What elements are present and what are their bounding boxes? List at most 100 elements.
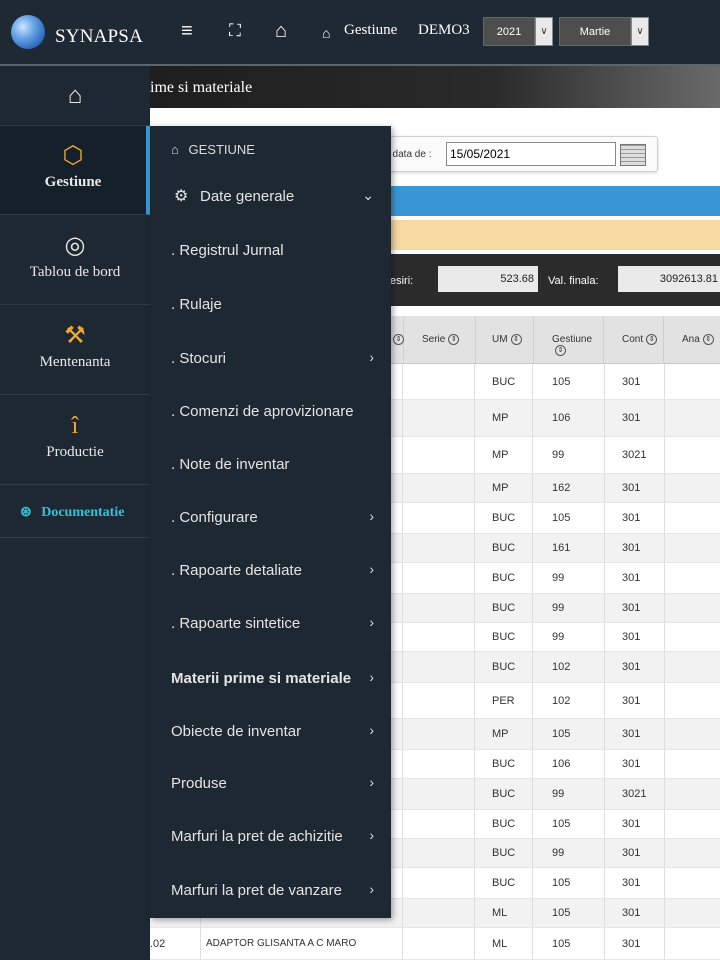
sort-icon[interactable]: ⇕ (448, 334, 460, 345)
menu-item[interactable]: . Registrul Jurnal (150, 225, 391, 278)
column-divider (604, 928, 605, 959)
chevron-icon: › (369, 881, 374, 897)
sidebar-item-label: Mentenanta (39, 354, 111, 370)
column-divider (604, 563, 605, 593)
menu-item[interactable]: Produse › (150, 758, 391, 811)
column-header[interactable]: ⇕ (390, 316, 404, 364)
menu-item-label: Marfuri la pret de vanzare (171, 882, 342, 899)
year-select[interactable]: 2021 (483, 17, 535, 46)
column-divider (604, 868, 605, 898)
sort-icon[interactable]: ⇕ (393, 334, 404, 345)
sort-icon[interactable]: ⇕ (702, 334, 714, 345)
menu-item-label: Obiecte de inventar (171, 723, 302, 740)
column-divider (402, 779, 403, 809)
column-divider (664, 437, 665, 473)
column-divider (402, 623, 403, 651)
menu-item[interactable]: Marfuri la pret de vanzare › (150, 865, 391, 918)
fullscreen-icon[interactable]: ⛶ (229, 19, 241, 43)
sidebar-item-label: Tablou de bord (29, 264, 121, 280)
sidebar-item-label: Documentatie (41, 505, 125, 520)
column-divider (664, 652, 665, 682)
column-divider (402, 899, 403, 927)
menu-item[interactable]: . Rapoarte sintetice › (150, 598, 391, 651)
menu-item[interactable]: . Stocuri › (150, 333, 391, 386)
cell-cont: 301 (622, 758, 641, 770)
column-divider (474, 437, 475, 473)
app-name[interactable]: SYNAPSA (55, 26, 143, 48)
gear-icon: ⚙ (174, 188, 189, 205)
sidebar-item-tablou-de-bord[interactable]: ◎ Tablou de bord (0, 216, 150, 305)
column-divider (604, 474, 605, 502)
sidebar-item-label: Productie (46, 444, 104, 460)
company-name[interactable]: DEMO3 (418, 22, 470, 39)
column-divider (474, 623, 475, 651)
menu-item[interactable]: Obiecte de inventar › (150, 706, 391, 759)
hamburger-menu-icon[interactable]: ≡ (181, 19, 193, 43)
column-divider (200, 928, 201, 959)
menu-item-label: . Rulaje (171, 296, 222, 313)
column-divider (474, 683, 475, 718)
column-header-cont[interactable]: Cont ⇕ (604, 316, 664, 364)
home-icon[interactable]: ⌂ (275, 19, 287, 43)
column-divider (402, 503, 403, 533)
globe-logo-icon[interactable] (11, 15, 45, 49)
date-input[interactable] (446, 142, 616, 166)
sidebar-item-mentenanta[interactable]: ⚒ Mentenanta (0, 306, 150, 395)
menu-header-label: GESTIUNE (188, 142, 255, 157)
chevron-icon: › (369, 722, 374, 738)
month-dropdown-arrow-icon[interactable]: ∨ (631, 17, 649, 46)
menu-item[interactable]: . Configurare › (150, 492, 391, 545)
column-header-serie[interactable]: Serie ⇕ (404, 316, 476, 364)
column-divider (402, 839, 403, 867)
menu-item[interactable]: Materii prime si materiale › (150, 653, 391, 706)
column-divider (402, 563, 403, 593)
cell-um: BUC (492, 661, 516, 673)
sidebar-item-gestiune[interactable]: ⬡ Gestiune (0, 126, 150, 215)
sidebar-item-productie[interactable]: î Productie (0, 396, 150, 485)
compass-icon: ◎ (64, 233, 86, 259)
cell-cont: 301 (622, 937, 641, 950)
year-dropdown-arrow-icon[interactable]: ∨ (535, 17, 553, 46)
menu-item[interactable]: . Rapoarte detaliate › (150, 545, 391, 598)
column-header-um[interactable]: UM ⇕ (476, 316, 534, 364)
column-divider (474, 839, 475, 867)
column-divider (402, 810, 403, 838)
iesiri-label: esiri: (390, 275, 414, 287)
chevron-icon: › (369, 349, 374, 365)
column-divider (604, 623, 605, 651)
column-divider (532, 868, 533, 898)
cell-um: BUC (492, 877, 516, 889)
column-divider (402, 400, 403, 436)
month-select[interactable]: Martie (559, 17, 631, 46)
menu-item[interactable]: . Comenzi de aprovizionare (150, 386, 391, 439)
column-divider (532, 652, 533, 682)
table-row[interactable]: .02 ADAPTOR GLISANTA A C MARO ML 105 301 (150, 928, 720, 960)
column-divider (532, 474, 533, 502)
menu-item[interactable]: Marfuri la pret de achizitie › (150, 811, 391, 864)
calendar-icon[interactable] (620, 144, 646, 166)
sort-icon[interactable]: ⇕ (555, 345, 566, 356)
cell-cont: 301 (622, 907, 641, 919)
sort-icon[interactable]: ⇕ (510, 334, 522, 345)
column-divider (402, 437, 403, 473)
column-divider (604, 839, 605, 867)
cell-cod: .02 (150, 937, 166, 950)
cell-um: PER (492, 694, 515, 707)
sort-icon[interactable]: ⇕ (646, 334, 658, 345)
menu-item[interactable]: . Note de inventar (150, 439, 391, 492)
cell-gestiune: 105 (552, 907, 571, 919)
cell-gestiune: 162 (552, 482, 571, 494)
breadcrumb-gestiune[interactable]: Gestiune (344, 22, 397, 39)
menu-item[interactable]: ⚙ Date generale ⌄ (150, 171, 391, 224)
menu-item[interactable]: . Rulaje (150, 279, 391, 332)
sidebar-item-home[interactable]: ⌂ (0, 66, 150, 126)
cell-gestiune: 106 (552, 758, 571, 770)
column-header-ana[interactable]: Ana ⇕ (664, 316, 720, 364)
column-header-gestiune[interactable]: Gestiune⇕ (534, 316, 604, 364)
column-divider (664, 503, 665, 533)
column-divider (604, 534, 605, 562)
column-divider (604, 899, 605, 927)
column-divider (664, 899, 665, 927)
sidebar-item-documentatie[interactable]: ⊛ Documentatie (0, 486, 150, 538)
column-divider (402, 534, 403, 562)
